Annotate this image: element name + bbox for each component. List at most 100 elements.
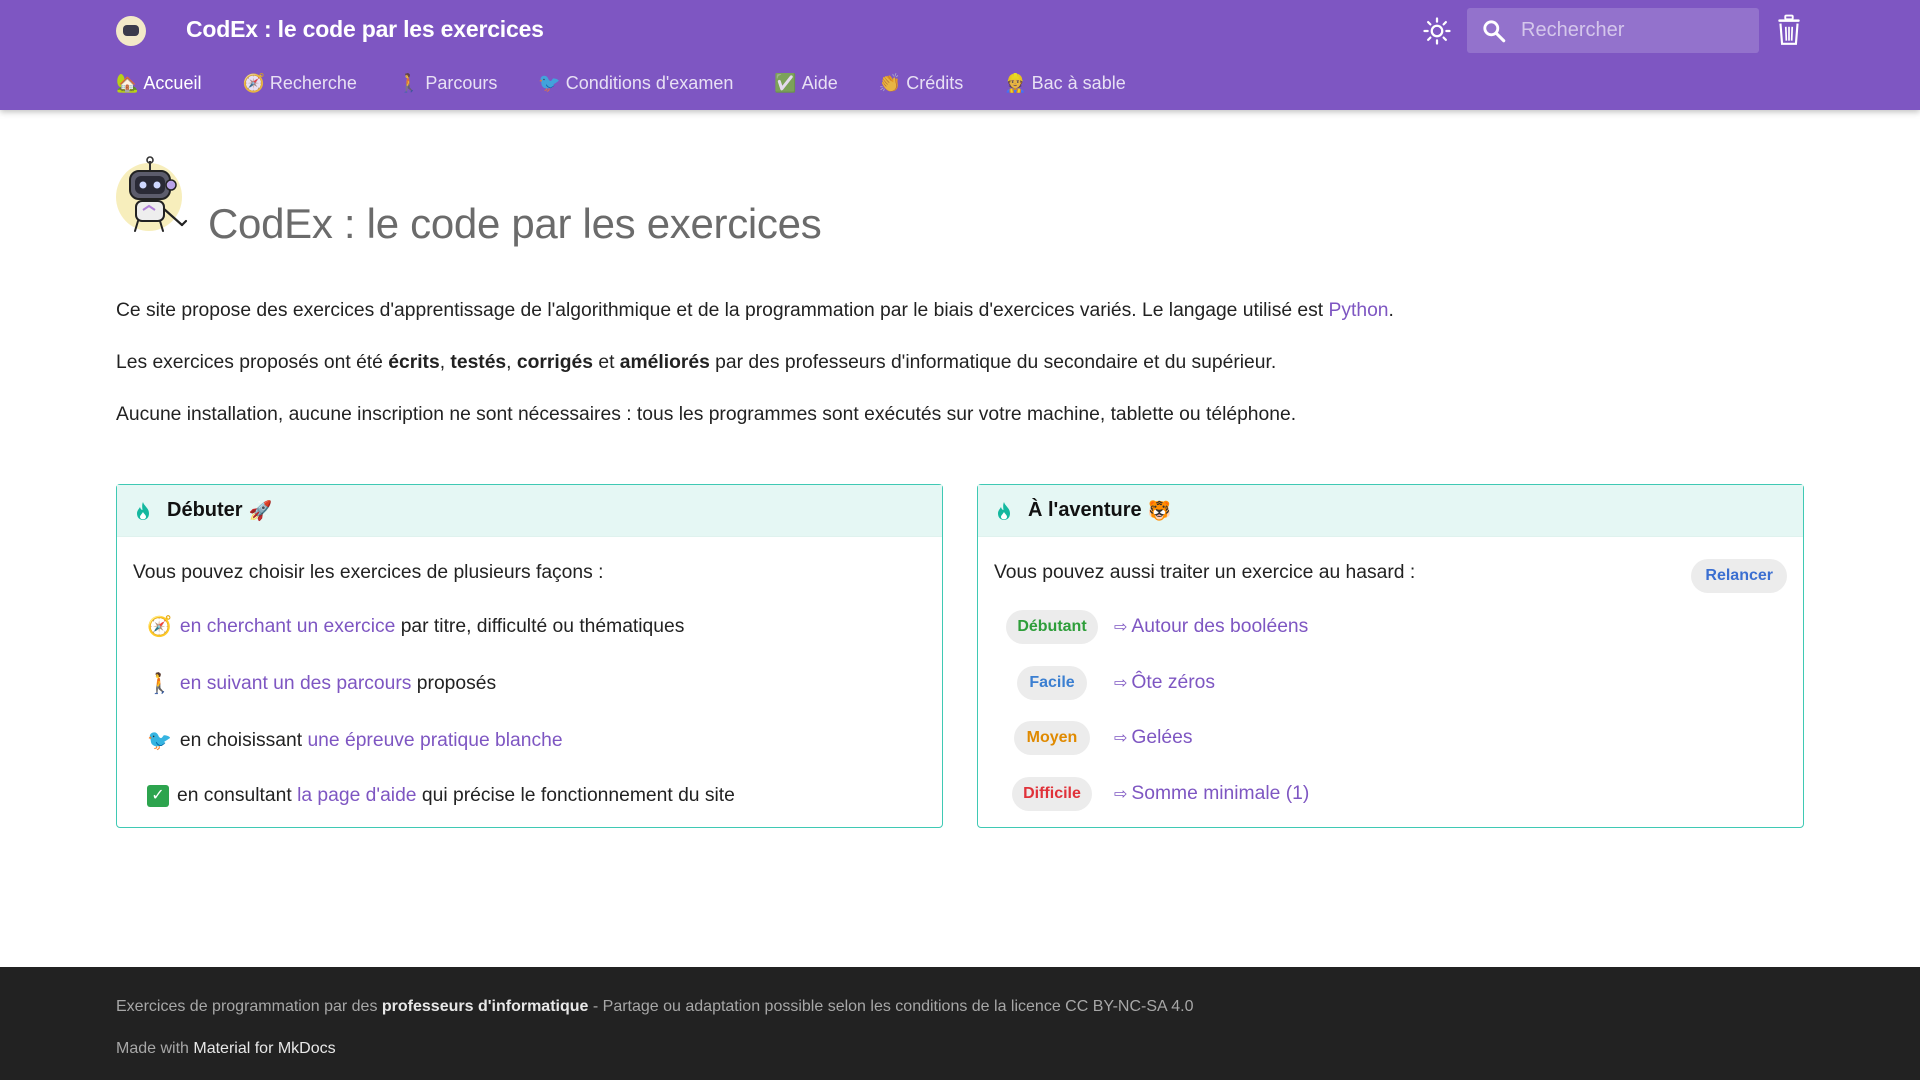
tab-aide[interactable]: ✅ Aide: [774, 73, 837, 94]
tab-parcours[interactable]: 🚶 Parcours: [398, 73, 497, 94]
parcours-link[interactable]: en suivant un des parcours: [180, 673, 412, 695]
trash-icon[interactable]: [1776, 14, 1802, 46]
level-badge-facile: Facile: [1017, 666, 1087, 700]
tab-conditions-examen[interactable]: 🐦 Conditions d'examen: [538, 73, 733, 94]
footer: Exercices de programmation par des profe…: [0, 967, 1920, 1080]
way-item: ✓ en consultant la page d'aide qui préci…: [147, 785, 735, 807]
badge-slot: Débutant: [1002, 610, 1102, 644]
tab-label: Accueil: [143, 72, 202, 93]
check-icon: ✅: [774, 73, 797, 93]
intro-paragraph-3: Aucune installation, aucune inscription …: [116, 404, 1297, 425]
way-item: 🐦 en choisissant une épreuve pratique bl…: [147, 728, 563, 753]
level-badge-difficile: Difficile: [1012, 777, 1092, 811]
exercise-title: Somme minimale (1): [1131, 783, 1310, 804]
top-header: CodEx : le code par les exercices Recher…: [0, 0, 1920, 110]
paragraph-text: Ce site propose des exercices d'apprenti…: [116, 300, 1329, 321]
clapping-hands-icon: 👏: [878, 73, 902, 93]
random-exercise-row: Difficile ⇨ Somme minimale (1): [1002, 777, 1309, 811]
tab-bac-a-sable[interactable]: 👷 Bac à sable: [1004, 73, 1125, 94]
tab-accueil[interactable]: 🏡 Accueil: [116, 73, 201, 94]
paragraph-text: et: [592, 352, 620, 373]
way-text: en consultant: [177, 785, 298, 806]
tab-credits[interactable]: 👏 Crédits: [879, 73, 963, 94]
way-text: par titre, difficulté ou thématiques: [395, 615, 685, 637]
robot-logo-icon: [116, 156, 188, 232]
paragraph-text: Les exercices proposés ont été: [116, 352, 389, 373]
compass-icon: 🧭: [242, 73, 265, 93]
exercise-title: Gelées: [1131, 727, 1193, 748]
paragraph-text: par des professeurs d'informatique du se…: [709, 352, 1277, 373]
paragraph-text: .: [1388, 300, 1394, 321]
tab-label: Recherche: [269, 72, 357, 93]
house-icon: 🏡: [116, 73, 139, 93]
way-item: 🚶 en suivant un des parcours proposés: [147, 671, 496, 696]
paragraph-text: ,: [506, 352, 517, 373]
search-exercise-link[interactable]: en cherchant un exercice: [180, 616, 395, 638]
page-title: CodEx : le code par les exercices: [208, 200, 822, 247]
footer-text: Made with: [116, 1040, 194, 1057]
mkdocs-link[interactable]: Material for MkDocs: [193, 1040, 335, 1057]
intro-paragraph-1: Ce site propose des exercices d'apprenti…: [116, 298, 1804, 324]
python-link[interactable]: Python: [1329, 300, 1389, 321]
exercise-link[interactable]: ⇨ Autour des booléens: [1114, 616, 1308, 638]
arrow-icon: ⇨: [1114, 619, 1128, 636]
card-title: À l'aventure: [1028, 499, 1142, 521]
tab-label: Crédits: [906, 72, 964, 93]
exercise-title: Autour des booléens: [1131, 616, 1309, 637]
theme-toggle-icon[interactable]: [1422, 16, 1452, 46]
badge-slot: Facile: [1002, 666, 1102, 700]
badge-slot: Difficile: [1002, 777, 1102, 811]
footer-text: - Partage ou adaptation possible selon l…: [588, 998, 1194, 1015]
tab-label: Bac à sable: [1031, 72, 1126, 93]
footer-bold: professeurs d'informatique: [381, 998, 589, 1015]
help-page-link[interactable]: la page d'aide: [297, 785, 416, 807]
search-box[interactable]: [1467, 8, 1759, 53]
card-header: Débuter 🚀: [117, 485, 942, 537]
nav-tabs: 🏡 Accueil 🧭 Recherche 🚶 Parcours 🐦 Condi…: [116, 68, 1167, 98]
way-item: 🧭 en cherchant un exercice par titre, di…: [147, 614, 684, 639]
bird-icon: 🐦: [147, 730, 172, 752]
card-intro: Vous pouvez choisir les exercices de plu…: [133, 562, 604, 583]
way-text: qui précise le fonctionnement du site: [416, 785, 735, 806]
arrow-icon: ⇨: [1114, 786, 1128, 803]
search-input[interactable]: [1521, 8, 1751, 53]
check-icon: ✓: [147, 785, 169, 807]
exercise-link[interactable]: ⇨ Somme minimale (1): [1114, 783, 1309, 805]
way-text: en choisissant: [179, 729, 308, 751]
way-text: proposés: [411, 672, 497, 694]
arrow-icon: ⇨: [1114, 675, 1128, 692]
card-aventure: À l'aventure 🐯 Vous pouvez aussi traiter…: [977, 484, 1804, 828]
card-header: À l'aventure 🐯: [978, 485, 1803, 537]
card-intro: Vous pouvez aussi traiter un exercice au…: [994, 562, 1416, 583]
bold-text: écrits: [388, 352, 440, 373]
person-walking-icon: 🚶: [397, 73, 421, 93]
person-walking-icon: 🚶: [147, 673, 172, 695]
intro-paragraph-2: Les exercices proposés ont été écrits, t…: [116, 350, 1804, 376]
footer-text: Exercices de programmation par des: [116, 998, 382, 1015]
search-icon[interactable]: [1481, 18, 1507, 44]
tab-label: Aide: [801, 72, 838, 93]
card-debuter: Débuter 🚀 Vous pouvez choisir les exerci…: [116, 484, 943, 828]
paragraph-text: ,: [439, 352, 451, 373]
flame-icon: [137, 501, 149, 520]
site-title[interactable]: CodEx : le code par les exercices: [186, 16, 544, 43]
random-exercise-row: Facile ⇨ Ôte zéros: [1002, 666, 1215, 700]
reroll-button[interactable]: Relancer: [1691, 559, 1787, 593]
badge-slot: Moyen: [1002, 721, 1102, 755]
epreuve-pratique-link[interactable]: une épreuve pratique blanche: [307, 730, 562, 752]
flame-icon: [998, 501, 1010, 520]
level-badge-debutant: Débutant: [1006, 610, 1098, 644]
random-exercise-row: Débutant ⇨ Autour des booléens: [1002, 610, 1308, 644]
tab-label: Parcours: [425, 72, 498, 93]
tiger-icon: 🐯: [1147, 500, 1172, 522]
footer-made-with: Made with Material for MkDocs: [116, 1040, 336, 1058]
exercise-link[interactable]: ⇨ Gelées: [1114, 727, 1193, 749]
bold-text: corrigés: [516, 352, 593, 373]
site-logo[interactable]: [116, 16, 146, 46]
bird-icon: 🐦: [538, 73, 561, 93]
intro-text: Ce site propose des exercices d'apprenti…: [116, 298, 1804, 454]
bold-text: testés: [450, 352, 507, 373]
tab-recherche[interactable]: 🧭 Recherche: [242, 73, 356, 94]
exercise-title: Ôte zéros: [1131, 672, 1215, 693]
exercise-link[interactable]: ⇨ Ôte zéros: [1114, 672, 1215, 694]
